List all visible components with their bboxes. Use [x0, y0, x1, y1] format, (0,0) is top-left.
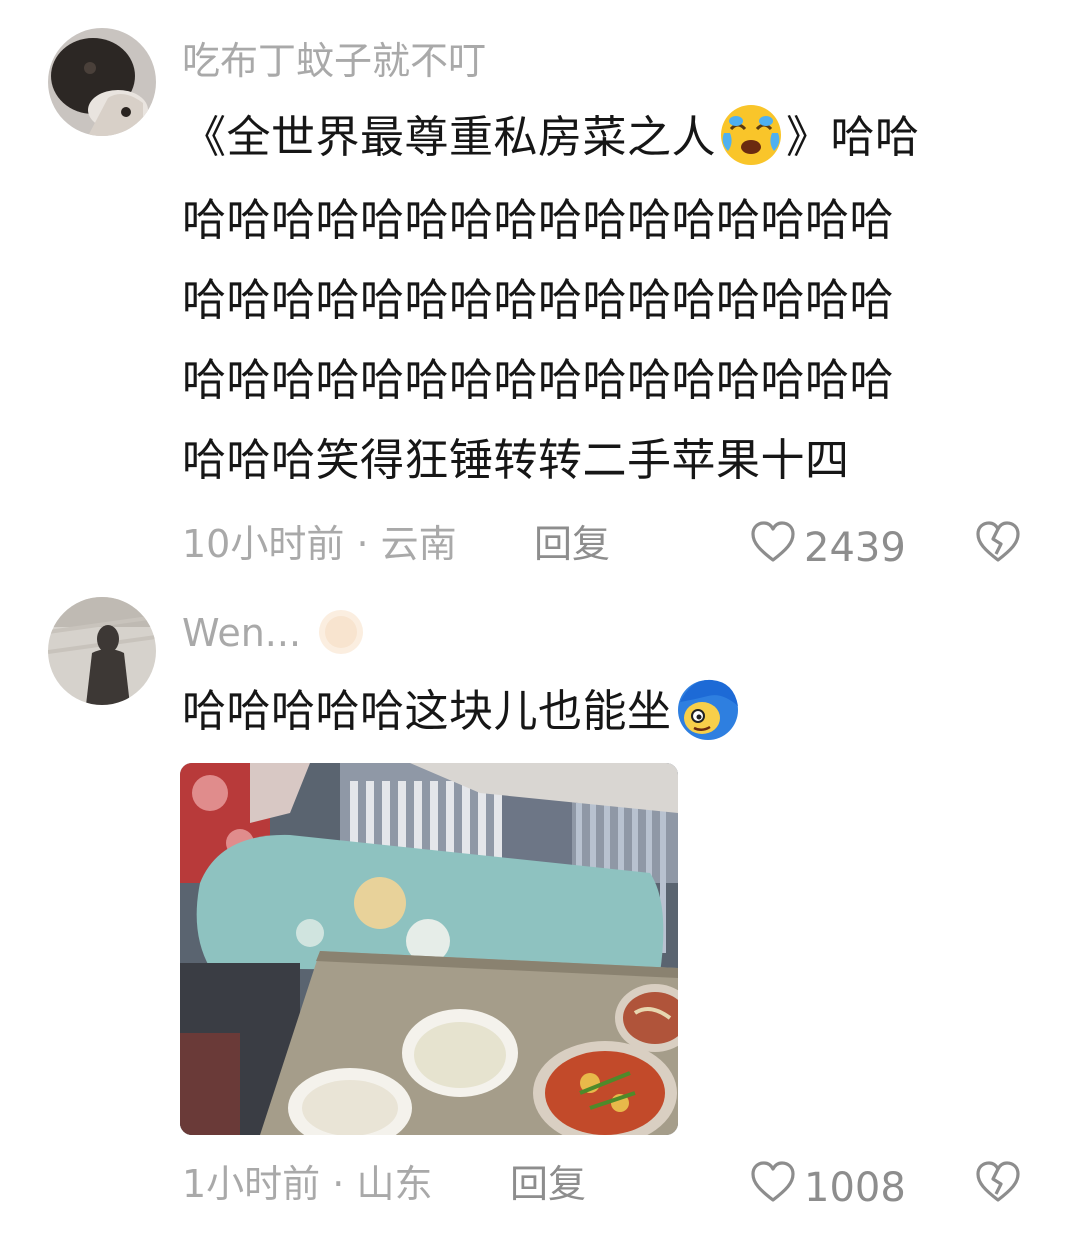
comment-text: 《全世界最尊重私房菜之人 》哈哈 哈哈哈哈哈哈哈哈哈哈哈哈哈哈哈哈 哈哈哈哈哈哈… [182, 98, 1022, 501]
timestamp: 10小时前 [182, 522, 345, 566]
comment-line: 哈哈哈哈哈哈哈哈哈哈哈哈哈哈哈哈 [182, 355, 894, 406]
user-avatar[interactable] [48, 28, 156, 136]
reply-button[interactable]: 回复 [534, 520, 610, 568]
dislike-button[interactable] [975, 1160, 1021, 1208]
comment-text-part: 《全世界最尊重私房菜之人 [182, 112, 716, 163]
location: 云南 [380, 522, 457, 566]
comment-line: 《全世界最尊重私房菜之人 》哈哈 [182, 98, 1022, 181]
comment-photo[interactable] [180, 763, 678, 1135]
reply-button[interactable]: 回复 [510, 1160, 586, 1208]
location: 山东 [356, 1162, 433, 1206]
comment-meta: 1小时前 · 山东 [182, 1160, 432, 1208]
separator: · [356, 522, 369, 566]
heart-icon [750, 1160, 796, 1215]
dislike-button[interactable] [975, 520, 1021, 568]
comment-line: 哈哈哈哈哈哈哈哈哈哈哈哈哈哈哈哈 [182, 275, 894, 326]
separator: · [332, 1162, 345, 1206]
blue-hair-face-emoji-icon [672, 672, 744, 756]
crying-laughing-emoji-icon [716, 99, 786, 181]
username[interactable]: Wen... [182, 608, 365, 666]
comment-line: 哈哈哈笑得狂锤转转二手苹果十四 [182, 435, 850, 486]
heart-icon [750, 520, 796, 575]
like-button[interactable]: 2439 [750, 520, 906, 575]
like-count: 2439 [804, 524, 906, 571]
broken-heart-icon [975, 1161, 1021, 1208]
like-button[interactable]: 1008 [750, 1160, 906, 1215]
broken-heart-icon [975, 521, 1021, 568]
comment-line: 哈哈哈哈哈哈哈哈哈哈哈哈哈哈哈哈 [182, 195, 894, 246]
moon-badge-icon [317, 608, 365, 666]
comment-meta: 10小时前 · 云南 [182, 520, 457, 568]
comment-text: 哈哈哈哈哈这块儿也能坐 [182, 672, 1022, 756]
timestamp: 1小时前 [182, 1162, 321, 1206]
user-avatar[interactable] [48, 597, 156, 705]
comment-item: 吃布丁蚊子就不叮 《全世界最尊重私房菜之人 》哈哈 哈哈哈哈哈哈哈哈哈哈哈哈哈哈… [0, 0, 1080, 600]
comment-text-part: 》哈哈 [786, 112, 920, 163]
comment-text-part: 哈哈哈哈哈这块儿也能坐 [182, 686, 672, 737]
username-text: Wen... [182, 611, 302, 655]
username[interactable]: 吃布丁蚊子就不叮 [182, 38, 486, 84]
like-count: 1008 [804, 1164, 906, 1211]
